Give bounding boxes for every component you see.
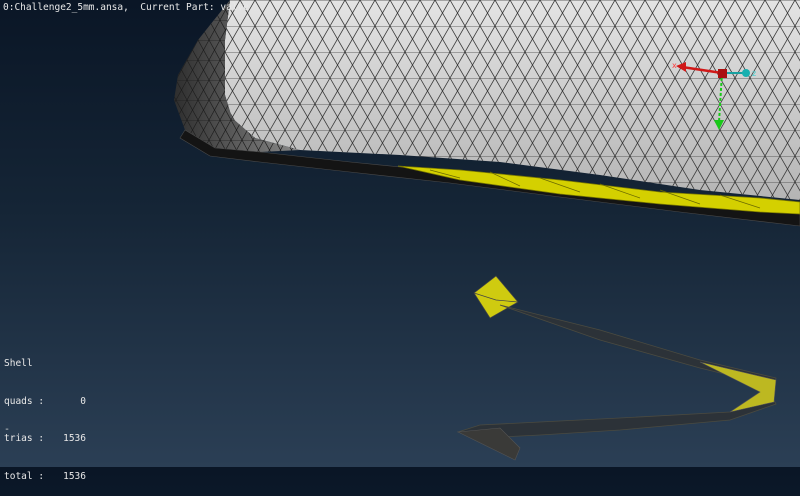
stats-heading: Shell [4, 358, 33, 369]
mesh-shell-surface[interactable] [174, 0, 800, 227]
stat-row-total: total : 1536 [4, 471, 86, 484]
stat-value: 1536 [63, 433, 86, 444]
stat-row-trias: trias :1536 [4, 433, 86, 446]
z-axis-label: z [752, 69, 756, 78]
stat-label: total : [4, 470, 45, 482]
command-cursor: - [4, 424, 11, 435]
x-axis-label: x [672, 61, 677, 70]
3d-viewport[interactable]: x z [0, 0, 800, 467]
stat-value: 0 [80, 395, 86, 407]
current-part-label: Current Part: [140, 2, 215, 13]
valve-ribbon-part[interactable] [456, 275, 777, 461]
stat-row-quads: quads : 0 [4, 396, 86, 409]
file-name: 0:Challenge2_5mm.ansa, [3, 2, 129, 13]
title-bar: 0:Challenge2_5mm.ansa, Current Part: val… [3, 2, 249, 15]
shell-stats-panel: Shell quads : 0 trias :1536 total : 1536 [4, 333, 86, 496]
triad-origin [718, 69, 727, 78]
stat-value: 1536 [63, 470, 86, 482]
stat-label: quads : [4, 395, 45, 407]
current-part-value: valve [220, 2, 249, 13]
